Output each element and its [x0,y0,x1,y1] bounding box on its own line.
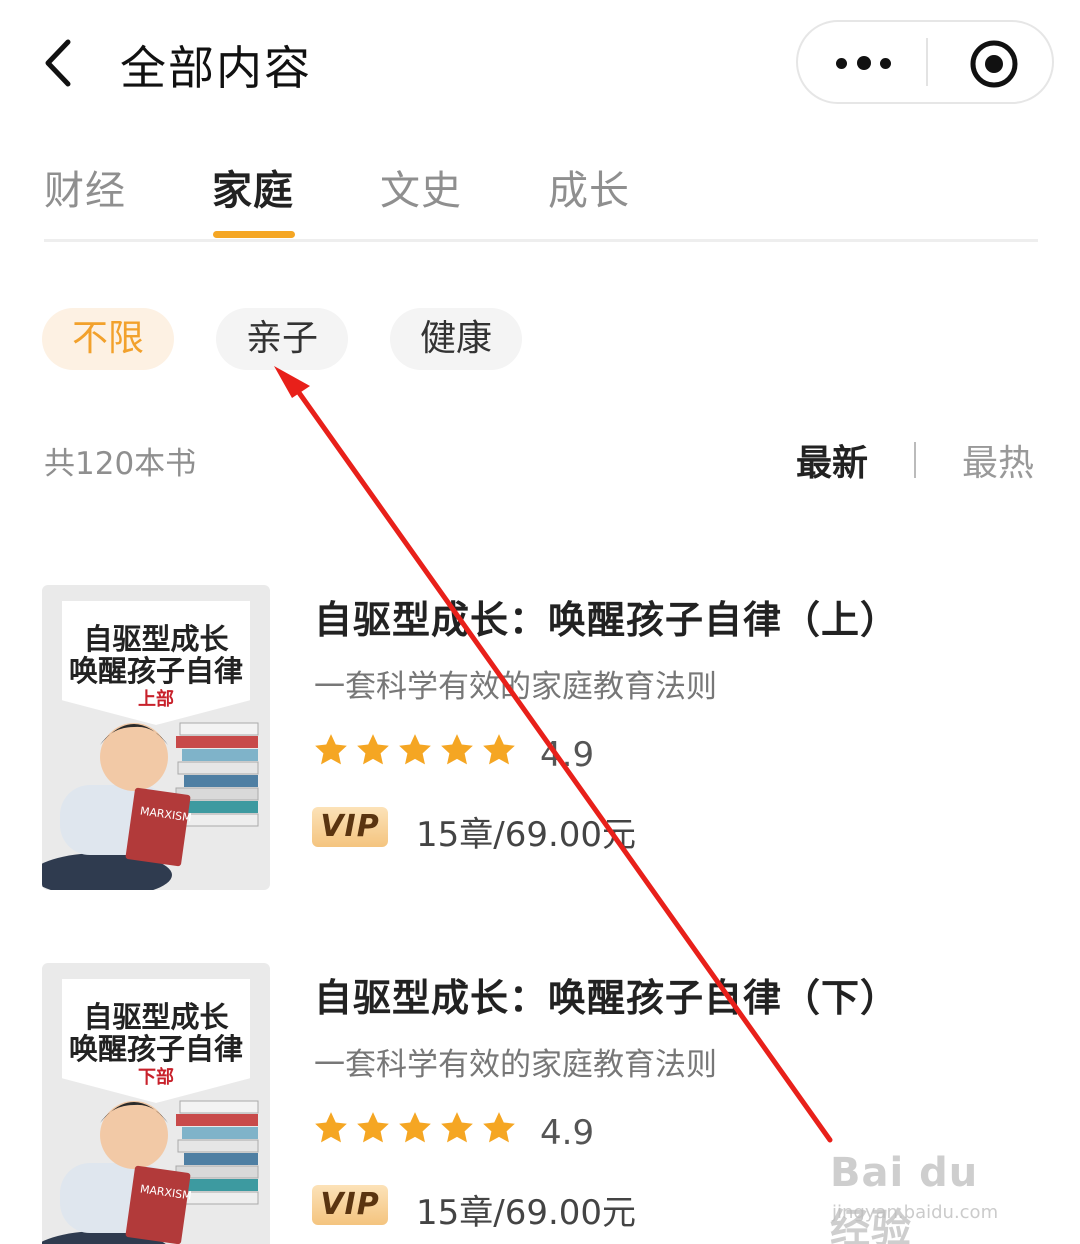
tab-finance[interactable]: 财经 [44,158,126,216]
arrow-head-icon [274,366,310,398]
cover-illustration: MARXISM [42,1100,259,1244]
active-tab-indicator [213,231,295,238]
star-icon [399,734,431,765]
book-price: 15章/69.00元 [416,815,637,855]
chevron-left-icon [45,39,71,87]
sort-divider [914,442,916,478]
rating-score: 4.9 [540,1113,595,1153]
tab-family[interactable]: 家庭 [212,158,294,216]
filter-chip-health[interactable]: 健康 [390,308,522,370]
sort-hottest[interactable]: 最热 [962,434,1034,486]
star-icon [357,1112,389,1143]
child-figure: MARXISM [42,1101,192,1244]
star-icon [357,734,389,765]
book-cover: 自驱型成长 唤醒孩子自律 上部 MARXISM [42,585,270,890]
rating-score: 4.9 [540,735,595,775]
capsule-divider [926,38,928,86]
more-button[interactable] [818,32,908,92]
star-icon [483,1112,515,1143]
book-cover: 自驱型成长 唤醒孩子自律 下部 MARXISM [42,963,270,1244]
book-subtitle: 一套科学有效的家庭教育法则 [314,1047,717,1083]
page-title: 全部内容 [120,41,312,95]
vip-badge: VIP [312,1185,388,1225]
category-tabs: 财经 家庭 文史 成长 [44,158,1038,242]
sort-newest[interactable]: 最新 [796,434,868,486]
target-icon [970,40,1018,88]
mini-program-capsule [796,20,1054,104]
book-list-item[interactable]: 自驱型成长 唤醒孩子自律 下部 MARXISM 自驱型成长：唤醒孩子自律（下） … [0,963,1080,1244]
star-icon [315,734,347,765]
star-icon [441,734,473,765]
child-figure: MARXISM [42,723,192,890]
tab-growth[interactable]: 成长 [548,158,630,216]
star-icon [399,1112,431,1143]
star-icon [315,1112,347,1143]
book-price: 15章/69.00元 [416,1193,637,1233]
book-list-item[interactable]: 自驱型成长 唤醒孩子自律 上部 MARXISM 自驱型成长：唤醒孩子自律（上） … [0,585,1080,895]
vip-badge: VIP [312,807,388,847]
book-count: 共120本书 [44,446,197,482]
back-button[interactable] [40,36,80,90]
navigation-bar: 全部内容 [0,0,1080,125]
star-rating [312,1109,522,1153]
more-dots-icon [857,56,871,70]
star-rating [312,731,522,775]
more-dots-icon [836,58,847,69]
book-title: 自驱型成长：唤醒孩子自律（下） [314,976,900,1020]
star-icon [483,734,515,765]
more-dots-icon [880,58,891,69]
book-subtitle: 一套科学有效的家庭教育法则 [314,669,717,705]
close-mini-program-button[interactable] [968,38,1020,90]
book-title: 自驱型成长：唤醒孩子自律（上） [314,598,900,642]
filter-chip-all[interactable]: 不限 [42,308,174,370]
star-icon [441,1112,473,1143]
cover-illustration: MARXISM [42,722,259,890]
filter-chip-parenting[interactable]: 亲子 [216,308,348,370]
tab-history[interactable]: 文史 [380,158,462,216]
